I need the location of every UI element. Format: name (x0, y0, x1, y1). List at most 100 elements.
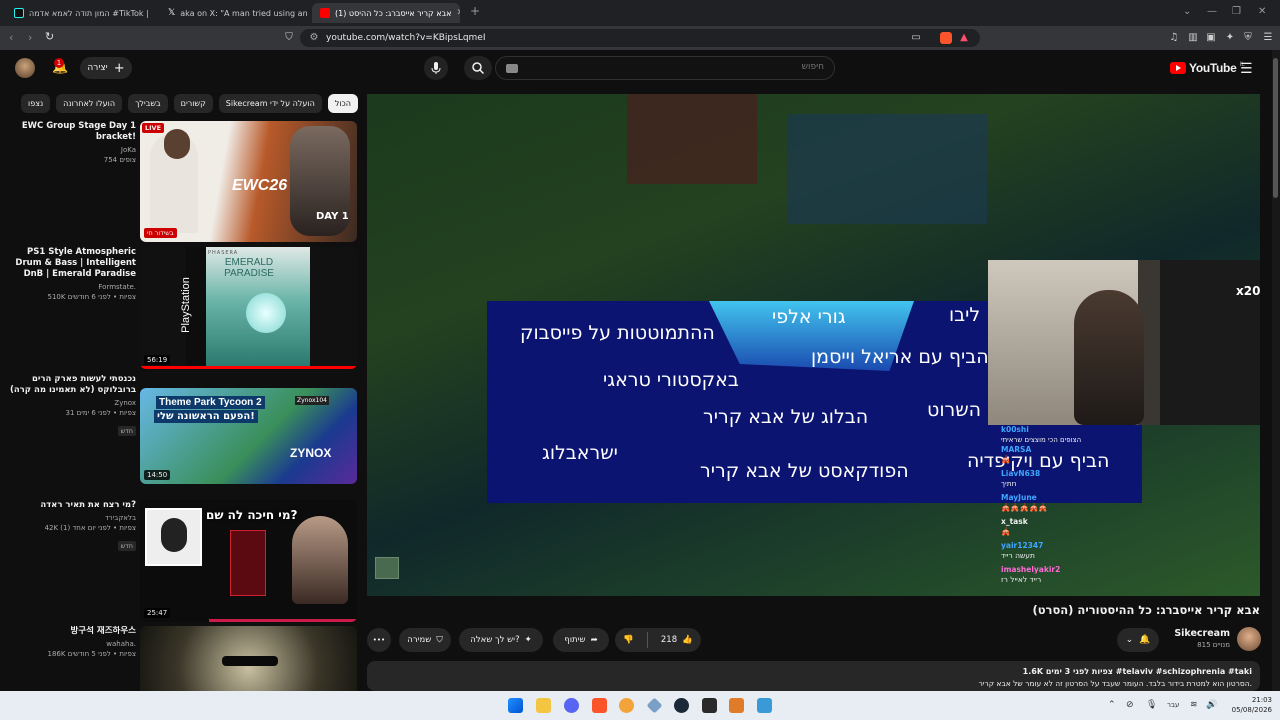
url-field[interactable]: youtube.com/watch?v=KBipsLqmeI (300, 29, 980, 47)
browser-tab-tiktok[interactable]: המון תודה לאמא אדמה #TikTok | (6, 3, 156, 23)
create-button[interactable]: יצירה + (80, 57, 132, 79)
ask-ai-button[interactable]: יש לך שאלה? ✦ (459, 628, 543, 652)
app-icon[interactable] (702, 698, 717, 713)
bell-icon: 🔔 (1139, 635, 1151, 645)
browser-tab-youtube[interactable]: (1) אבא קריר אייסברג: כל ההיסט ✕ (312, 3, 460, 23)
recommendation-item[interactable]: Theme Park Tycoon 2 הפעם הראשונה שלי! ZY… (8, 374, 358, 496)
app-icon[interactable] (757, 698, 772, 713)
app-icon[interactable] (646, 697, 663, 714)
live-badge: LIVE (142, 123, 165, 133)
share-icon: ➦ (590, 635, 598, 645)
save-button[interactable]: שמירה ⛉ (399, 628, 451, 652)
iceberg-word: גורי אלפי (772, 306, 846, 328)
channel-name[interactable]: wahaha. (8, 639, 136, 649)
video-thumbnail[interactable]: PHASERA EMERALD PARADISE PlayStation 56:… (140, 247, 357, 369)
hamburger-menu-icon[interactable]: ☰ (1240, 61, 1253, 77)
dislike-icon[interactable]: 👎 (623, 635, 634, 645)
chat-username: MARSA (1001, 445, 1032, 454)
sidebar-icon[interactable]: ▥ (1187, 32, 1199, 44)
minimize-icon[interactable]: — (1207, 6, 1217, 17)
brave-rewards-icon[interactable]: ▲ (958, 32, 970, 44)
subscription-bell-button[interactable]: ⌄ 🔔 (1117, 628, 1159, 652)
video-thumbnail[interactable]: Theme Park Tycoon 2 הפעם הראשונה שלי! ZY… (140, 388, 357, 484)
chip-recent[interactable]: הועלו לאחרונה (56, 94, 123, 113)
discord-icon[interactable] (564, 698, 579, 713)
video-thumbnail[interactable]: מי חיכה לה שם? 25:47 (140, 500, 357, 622)
back-icon[interactable]: ‹ (9, 31, 13, 44)
extensions-icon[interactable]: ✦ (1224, 32, 1236, 44)
video-thumbnail[interactable] (140, 626, 357, 691)
video-title[interactable]: 방구석 재즈하우스 (8, 626, 136, 637)
channel-name[interactable]: Sikecream (1160, 628, 1230, 639)
chip-watched[interactable]: נצפו (21, 94, 51, 113)
maximize-icon[interactable]: ❐ (1232, 6, 1241, 17)
wallet-icon[interactable]: ▣ (1205, 32, 1217, 44)
channel-avatar[interactable] (1237, 627, 1261, 651)
vpn-icon[interactable]: ⛨ (1242, 32, 1254, 44)
tray-icon[interactable]: ⊘ (1126, 700, 1134, 710)
streamer-webcam: x201 (988, 260, 1260, 425)
cast-icon[interactable]: ▭ (910, 32, 922, 44)
recommendation-item[interactable]: EWC26 DAY 1 בשידור חי EWC Group Stage Da… (8, 121, 358, 243)
channel-name[interactable]: Zynox (8, 398, 136, 408)
search-box[interactable] (495, 56, 835, 80)
channel-name[interactable]: Formstate. (8, 282, 136, 292)
youtube-logo[interactable]: YouTube IL (1170, 61, 1245, 75)
forward-icon[interactable]: › (28, 31, 32, 44)
brave-shield-icon[interactable] (940, 32, 952, 44)
file-explorer-icon[interactable] (536, 698, 551, 713)
new-tab-button[interactable]: + (470, 4, 480, 18)
windows-start-icon[interactable] (508, 698, 523, 713)
brave-browser-icon[interactable] (592, 698, 607, 713)
view-count: 186K צפיות • לפני 5 חודשים (47, 650, 136, 658)
share-button[interactable]: שיתוף ➦ (553, 628, 609, 652)
browser-tab-x[interactable]: 𝕏 aka on X: "A man tried using an AI-g (160, 3, 310, 23)
close-tab-icon[interactable]: ✕ (457, 8, 460, 18)
search-input[interactable] (624, 62, 824, 72)
video-title[interactable]: PS1 Style Atmospheric Drum & Bass | Inte… (8, 247, 136, 280)
volume-icon[interactable]: 🔊 (1206, 700, 1217, 710)
language-indicator[interactable]: עבר (1167, 701, 1179, 709)
like-icon[interactable]: 👍 (682, 635, 693, 645)
site-info-icon[interactable]: ⚙ (308, 32, 320, 44)
system-clock[interactable]: 21:03 05/08/2026 (1222, 695, 1272, 715)
thumb-spine: PlayStation (180, 247, 206, 366)
reload-icon[interactable]: ↻ (45, 30, 54, 43)
recommendation-item[interactable]: PHASERA EMERALD PARADISE PlayStation 56:… (8, 247, 358, 369)
avatar[interactable] (15, 58, 35, 78)
video-description[interactable]: 1.6K צפיות לפני 3 ימים #telaviv #schizop… (367, 661, 1260, 691)
picture-in-picture-thumbnail[interactable] (375, 557, 399, 579)
recommendation-item[interactable]: 방구석 재즈하우스 wahaha. 186K צפיות • לפני 5 חו… (8, 626, 358, 691)
search-button[interactable] (464, 56, 492, 80)
chip-uploaded-by[interactable]: הועלה על ידי Sikecream (218, 94, 322, 113)
app-icon[interactable] (619, 698, 634, 713)
chat-message: רייד לאייל רז (1001, 575, 1042, 584)
chip-for-you[interactable]: בשבילך (128, 94, 168, 113)
bookmark-icon[interactable]: ⛉ (283, 32, 295, 44)
app-icon[interactable] (729, 698, 744, 713)
tray-chevron-icon[interactable]: ⌃ (1108, 700, 1116, 710)
tray-mic-icon[interactable]: 🎙 (1146, 700, 1157, 710)
chip-related[interactable]: קשורים (173, 94, 213, 113)
steam-icon[interactable] (674, 698, 689, 713)
browser-menu-icon[interactable]: ☰ (1262, 32, 1274, 44)
scrollbar-thumb[interactable] (1273, 58, 1278, 198)
chevron-down-icon[interactable]: ⌄ (1183, 6, 1191, 17)
close-window-icon[interactable]: ✕ (1258, 6, 1266, 17)
thumb-title: מי חיכה לה שם? (206, 508, 298, 522)
video-title[interactable]: EWC Group Stage Day 1 bracket! (8, 121, 136, 143)
more-actions-button[interactable]: ••• (367, 628, 391, 652)
thumb-sunglasses (222, 656, 278, 666)
video-thumbnail[interactable]: EWC26 DAY 1 בשידור חי (140, 121, 357, 242)
recommendation-item[interactable]: מי חיכה לה שם? 25:47 מי רצח את תאיר ראדה… (8, 500, 358, 622)
music-icon[interactable]: ♫ (1168, 32, 1180, 44)
video-title[interactable]: נכנסתי לעשות פארק הרים ברובלוקס (לא תאמי… (8, 374, 136, 396)
channel-name[interactable]: בלאקבירד (8, 513, 136, 523)
video-title[interactable]: מי רצח את תאיר ראדה? (8, 500, 136, 511)
channel-name[interactable]: JoKa (8, 145, 136, 155)
wifi-icon[interactable]: ≋ (1190, 700, 1198, 710)
chip-all[interactable]: הכול (327, 94, 358, 113)
video-player[interactable]: ליבו גורי אלפי ההתמוטטות על פייסבוק הביף… (367, 94, 1260, 596)
keyboard-icon[interactable] (506, 64, 518, 73)
voice-search-button[interactable] (424, 56, 448, 80)
